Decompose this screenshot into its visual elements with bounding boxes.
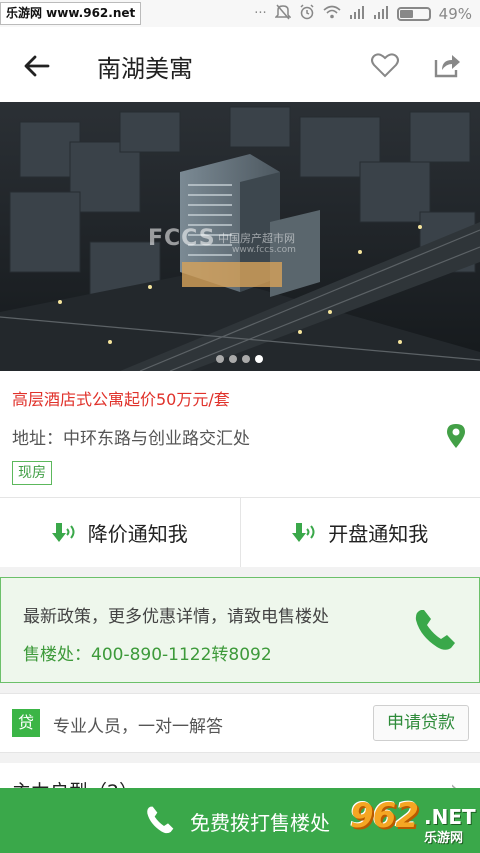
notify-icon	[51, 522, 75, 542]
mute-icon	[273, 4, 292, 24]
app-header: 南湖美寓	[0, 27, 480, 102]
price-drop-notify-label: 降价通知我	[87, 522, 188, 546]
phone-icon	[147, 806, 174, 834]
status-badge: 现房	[12, 461, 52, 485]
loan-text: 专业人员，一对一解答	[53, 717, 223, 737]
address-text: 地址：中环东路与创业路交汇处	[12, 429, 250, 449]
heart-icon[interactable]	[370, 50, 400, 80]
logo-number: 962	[350, 796, 419, 836]
site-logo: 962 .NET 乐游网	[338, 796, 476, 848]
logo-site-name: 乐游网	[424, 831, 464, 846]
watermark-label: 乐游网 www.962.net	[0, 2, 142, 25]
signal-icon	[349, 5, 365, 23]
image-watermark: FCCS	[148, 226, 216, 251]
notify-bar: 降价通知我 开盘通知我	[0, 497, 480, 567]
call-sales-label: 免费拨打售楼处	[190, 811, 330, 835]
status-icons: ··· 49%	[254, 3, 472, 24]
promo-text: 高层酒店式公寓起价50万元/套	[12, 390, 230, 409]
alarm-icon	[299, 3, 315, 24]
sales-office-card[interactable]: 最新政策，更多优惠详情，请致电售楼处 售楼处：400-890-1122转8092	[0, 577, 480, 683]
battery-icon	[396, 6, 431, 21]
property-info: 高层酒店式公寓起价50万元/套 地址：中环东路与创业路交汇处 现房	[0, 371, 480, 497]
price-drop-notify-button[interactable]: 降价通知我	[0, 498, 240, 567]
battery-percent: 49%	[438, 4, 472, 23]
notify-icon	[292, 522, 315, 542]
back-arrow-icon[interactable]	[20, 49, 54, 83]
carousel-indicator	[216, 355, 263, 363]
sales-policy-text: 最新政策，更多优惠详情，请致电售楼处	[23, 607, 329, 627]
phone-icon[interactable]	[411, 606, 459, 654]
ellipsis-icon: ···	[254, 6, 267, 21]
wifi-icon	[323, 5, 341, 23]
sales-phone-text[interactable]: 售楼处：400-890-1122转8092	[23, 640, 272, 665]
signal-icon	[373, 5, 389, 23]
loan-badge: 贷	[12, 709, 40, 737]
share-icon[interactable]	[432, 50, 462, 80]
map-pin-icon[interactable]	[445, 423, 467, 449]
image-watermark-url: www.fccs.com	[232, 245, 296, 255]
status-bar: 乐游网 www.962.net ··· 49%	[0, 0, 480, 27]
apply-loan-button[interactable]: 申请贷款	[373, 705, 469, 741]
hero-image[interactable]: FCCS 中国房产超市网 www.fccs.com	[0, 102, 480, 371]
page-title: 南湖美寓	[97, 55, 193, 83]
carousel-dot[interactable]	[242, 355, 250, 363]
loan-row: 贷 专业人员，一对一解答 申请贷款	[0, 693, 480, 753]
carousel-dot[interactable]	[216, 355, 224, 363]
carousel-dot-active[interactable]	[255, 355, 263, 363]
carousel-dot[interactable]	[229, 355, 237, 363]
opening-notify-label: 开盘通知我	[328, 522, 429, 546]
opening-notify-button[interactable]: 开盘通知我	[239, 498, 480, 567]
image-watermark-cn: 中国房产超市网	[218, 232, 295, 245]
logo-net: .NET	[424, 805, 476, 829]
